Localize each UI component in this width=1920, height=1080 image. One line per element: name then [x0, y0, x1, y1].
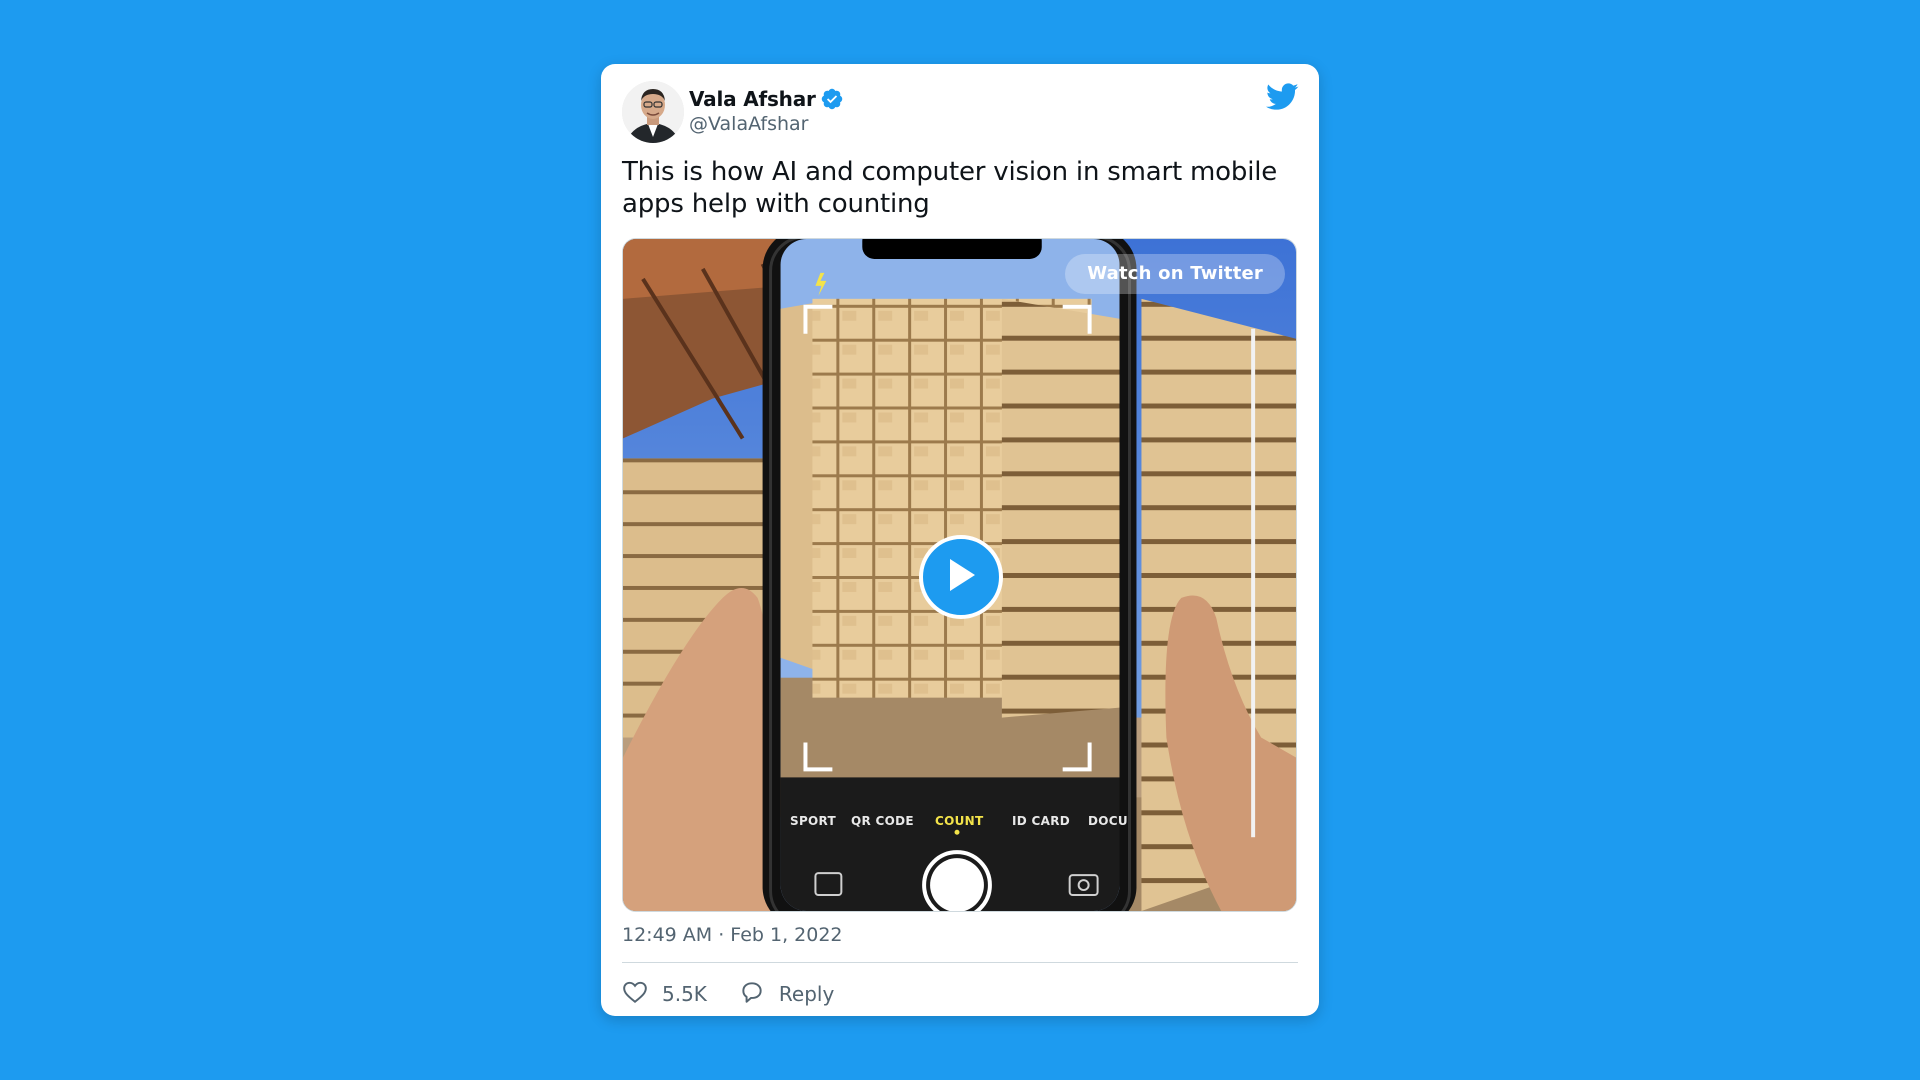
like-count: 5.5K: [662, 982, 707, 1006]
play-icon: [944, 556, 978, 598]
camera-mode-count: COUNT: [935, 814, 984, 828]
tweet-header: Vala Afshar @ValaAfshar: [622, 81, 1299, 145]
user-info: Vala Afshar @ValaAfshar: [689, 85, 844, 135]
camera-mode-docu: DOCU: [1088, 814, 1128, 828]
like-button[interactable]: 5.5K: [622, 979, 707, 1010]
tweet-timestamp[interactable]: 12:49 AM · Feb 1, 2022: [622, 924, 843, 946]
user-handle[interactable]: @ValaAfshar: [689, 113, 844, 135]
verified-badge-icon: [820, 87, 844, 111]
reply-button[interactable]: Reply: [739, 979, 834, 1010]
tweet-text: This is how AI and computer vision in sm…: [622, 157, 1278, 219]
embedded-tweet-card: Vala Afshar @ValaAfshar This is how AI a…: [601, 64, 1319, 1016]
camera-mode-qr-code: QR CODE: [851, 814, 914, 828]
video-media[interactable]: SPORT QR CODE COUNT ID CARD DOCU Watch o…: [622, 238, 1297, 912]
divider: [622, 962, 1298, 963]
camera-mode-sport: SPORT: [790, 814, 837, 828]
reply-label: Reply: [778, 982, 835, 1006]
play-button[interactable]: [919, 535, 1003, 619]
tweet-actions: 5.5K Reply: [622, 974, 834, 1014]
camera-mode-id-card: ID CARD: [1012, 814, 1070, 828]
heart-icon: [622, 979, 648, 1010]
twitter-bird-icon[interactable]: [1266, 83, 1299, 111]
speech-bubble-icon: [739, 979, 765, 1010]
display-name[interactable]: Vala Afshar: [689, 87, 816, 111]
display-name-row: Vala Afshar: [689, 85, 844, 113]
avatar[interactable]: [622, 81, 684, 143]
watch-on-twitter-button[interactable]: Watch on Twitter: [1065, 254, 1285, 294]
